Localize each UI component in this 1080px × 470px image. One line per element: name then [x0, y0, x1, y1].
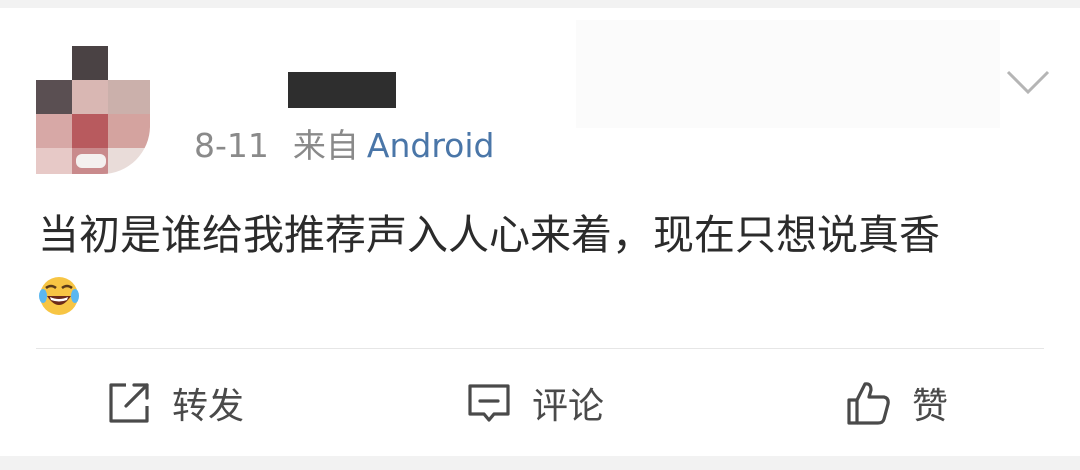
- chevron-down-icon[interactable]: [1006, 66, 1050, 96]
- comment-icon: [466, 380, 512, 426]
- comment-button[interactable]: 评论: [466, 376, 604, 430]
- like-icon: [846, 380, 892, 426]
- grinning-tears-emoji-icon: [37, 274, 81, 318]
- repost-button[interactable]: 转发: [106, 376, 244, 430]
- comment-label: 评论: [532, 386, 605, 427]
- weibo-post-card: 8-11 来自 Android 当初是谁给我推荐声入人心来着，现在只想说真香 转发: [0, 8, 1080, 456]
- bottom-spacer: [0, 456, 1080, 470]
- source-prefix: 来自: [292, 126, 359, 165]
- post-date: 8-11: [194, 126, 269, 165]
- like-label: 赞: [912, 386, 949, 427]
- like-button[interactable]: 赞: [846, 376, 948, 430]
- post-meta: 8-11 来自 Android: [194, 124, 495, 168]
- header-background-area: [576, 20, 1000, 128]
- repost-label: 转发: [172, 386, 245, 427]
- repost-icon: [106, 380, 152, 426]
- source-device-link[interactable]: Android: [367, 126, 495, 165]
- avatar-image: [36, 42, 150, 174]
- divider: [36, 348, 1044, 349]
- username-redacted[interactable]: [288, 72, 396, 108]
- post-text: 当初是谁给我推荐声入人心来着，现在只想说真香: [38, 211, 940, 259]
- avatar[interactable]: [36, 42, 150, 174]
